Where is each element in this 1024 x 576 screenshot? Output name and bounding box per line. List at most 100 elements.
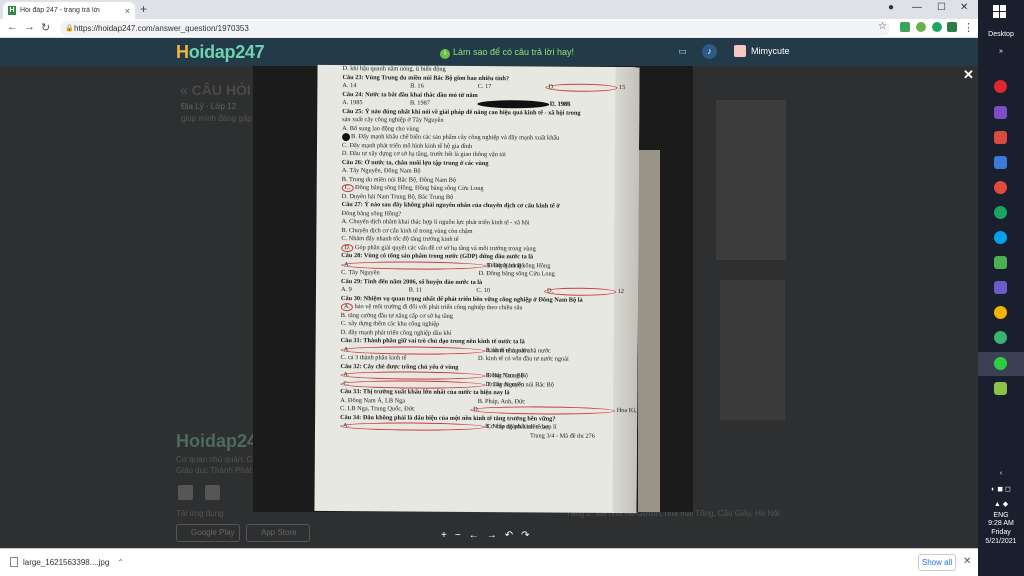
lock-icon: 🔒 [65,25,74,32]
app-window-icon[interactable] [994,156,1007,169]
desktop-chevron-icon[interactable]: » [978,48,1024,55]
google-play-button[interactable]: Google Play [176,524,240,542]
question-text: Câu 28: Vùng có tổng sản phẩm trong nước… [341,252,534,261]
extension-icon[interactable] [900,22,910,32]
zoom-in-icon[interactable]: + [441,530,447,541]
answer-text: C. Đồng bằng sông Hồng, Đồng bằng sông C… [341,184,484,193]
rotate-left-icon[interactable]: ↶ [505,530,513,541]
tray-network-icons[interactable]: ▲ ◆ [978,500,1024,508]
zoom-out-icon[interactable]: − [455,530,461,541]
app-grid-icon[interactable] [994,281,1007,294]
tray-icons[interactable]: ◐ ◼ ◻ [978,485,1024,493]
close-lightbox-button[interactable]: ✕ [963,67,974,83]
download-item[interactable]: large_1621563398....jpg ⌃ [10,557,124,567]
chrome-icon[interactable] [994,306,1007,319]
next-icon[interactable]: → [487,530,497,541]
question-text: Câu 30: Nhiệm vụ quan trọng nhất để phát… [340,294,583,304]
forward-icon[interactable]: → [24,21,35,33]
file-icon [10,557,18,567]
desktop-label[interactable]: Desktop [978,31,1024,38]
extension-badge-icon[interactable] [947,22,957,32]
opera-icon[interactable] [994,80,1007,93]
clock-day: Friday [991,529,1011,536]
exam-photo[interactable]: D. khí hậu quanh năm nóng, ít biến động C… [314,64,640,514]
question-snippet: giúp mình đáng gấp [181,114,252,123]
app-image-icon[interactable] [994,256,1007,269]
bell-icon[interactable]: ♪ [702,44,717,59]
close-window-button[interactable]: ✕ [960,2,968,13]
wifi-app-icon[interactable] [994,181,1007,194]
answer-text: C. xây dựng thêm các khu công nghiệp [340,320,440,328]
question-text: Câu 33: Thị trường xuất khẩu lớn nhất củ… [340,388,510,397]
menu-dots-icon[interactable]: ⋮ [963,21,974,34]
question-text: Câu 23: Vùng Trung du miền núi Bắc Bộ gồ… [342,73,510,82]
rotate-right-icon[interactable]: ↷ [521,530,529,541]
facebook-icon[interactable] [178,485,193,500]
exam-paper-text: D. khí hậu quanh năm nóng, ít biến động C… [315,65,640,441]
answer-text: sản xuất cây công nghiệp ở Tây Nguyên [342,116,444,124]
app-store-button[interactable]: App Store [246,524,310,542]
answer-option: C. 17 [477,83,492,91]
app-paint-icon[interactable] [994,382,1007,395]
user-menu[interactable]: Mimycute [734,45,790,57]
question-text: Câu 32: Cây chè được trồng chủ yếu ở vùn… [340,362,459,371]
show-all-button[interactable]: Show all [918,554,956,571]
minimize-button[interactable]: — [912,2,922,13]
favicon-icon: H [8,6,16,15]
app-g-icon[interactable] [994,106,1007,119]
close-tab-icon[interactable]: × [125,6,130,16]
site-logo[interactable]: Hoidap247 [176,42,265,63]
answer-option: A. Cơ cấu ngành kinh tế hợp lí [340,422,557,432]
close-download-bar-icon[interactable]: ✕ [963,556,971,567]
extension-g-icon[interactable] [932,22,942,32]
back-icon[interactable]: ← [7,21,18,33]
username: Mimycute [751,46,790,56]
address-toolbar: ← → ↻ 🔒 https://hoidap247.com/answer_que… [0,19,978,38]
paper-line: Trang 3/4 - Mã đề thi 276 [340,431,615,441]
profile-icon[interactable]: ● [888,2,894,13]
clock-date: 5/21/2021 [985,538,1017,545]
download-bar: large_1621563398....jpg ⌃ Show all ✕ [0,548,978,576]
skype-icon[interactable] [994,231,1007,244]
address-bar[interactable]: 🔒 https://hoidap247.com/answer_question/… [60,21,890,36]
question-heading: « CÂU HỎI [180,82,251,98]
background-shadow-2 [720,280,785,420]
app-green-icon[interactable] [994,206,1007,219]
question-text: Câu 34: Đâu không phải là dấu hiệu của m… [340,413,556,423]
answer-text: Đồng bằng sông Hồng? [341,209,402,217]
bookmark-star-icon[interactable]: ☆ [878,21,887,32]
answer-text: Trang 3/4 - Mã đề thi 276 [529,431,595,440]
tips-banner[interactable]: i Làm sao để có câu trả lời hay! [440,47,574,59]
logo-text: Hoidap247 [176,42,265,62]
app-store-label: App Store [261,528,297,537]
browser-tab[interactable]: H Hỏi đáp 247 - trang trả lời × [3,2,135,19]
previous-icon[interactable]: ← [469,530,479,541]
maximize-button[interactable]: ☐ [937,2,946,13]
app-leaf-icon[interactable] [994,331,1007,344]
footer-line-2: Giáo dục Thành Phát [176,466,252,475]
answer-text: B. Đẩy mạnh khâu chế biến các sản phẩm c… [342,133,559,142]
reload-icon[interactable]: ↻ [41,21,50,34]
tray-expand-icon[interactable]: ‹ [978,470,1024,477]
tab-bar: H Hỏi đáp 247 - trang trả lời × + ● — ☐ … [0,0,978,19]
answer-option: D. Đồng bằng sông Cửu Long [478,270,555,278]
download-filename: large_1621563398....jpg [23,557,110,567]
answer-text: A. Tây Nguyên, Đông Nam Bộ [341,167,421,175]
answer-text: D. Đầu tư xây dựng cơ sở hạ tầng, trước … [341,150,506,159]
google-play-label: Google Play [191,528,235,537]
extension-check-icon[interactable] [916,22,926,32]
footer-line-1: Cơ quan chủ quản: Cô [176,455,257,464]
windows-start-icon[interactable] [993,5,1007,19]
app-puzzle-icon[interactable] [994,131,1007,144]
photo-side-paper [638,150,660,512]
chrome-active-icon[interactable] [994,357,1007,370]
clock-time[interactable]: 9:28 AM [978,520,1024,527]
chat-icon[interactable]: ▭ [675,44,690,59]
question-text: Câu 25: Ý nào đúng nhất khi nói về giải … [342,107,581,117]
new-tab-button[interactable]: + [140,2,147,16]
youtube-icon[interactable] [205,485,220,500]
language-indicator[interactable]: ENG [978,512,1024,519]
question-text: Câu 26: Ở nước ta, chăn nuôi lợn tập tru… [341,158,489,167]
answer-text: D. Góp phần giải quyết các vấn đề cơ sở … [341,243,536,252]
chevron-up-icon[interactable]: ⌃ [117,558,124,567]
